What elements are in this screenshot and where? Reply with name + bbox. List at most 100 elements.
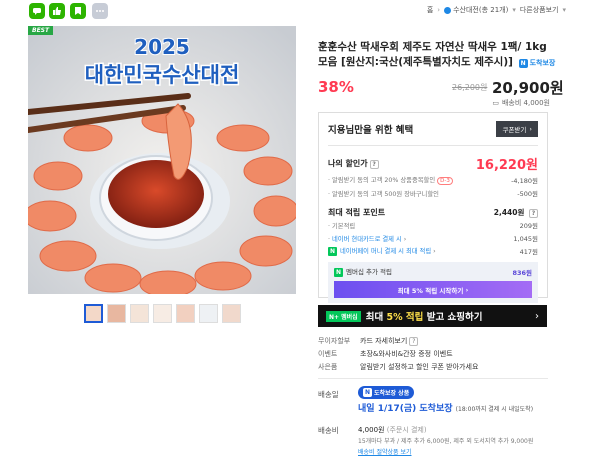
chevron-right-icon: › xyxy=(433,248,436,255)
npay-points-value: 417원 xyxy=(519,248,538,256)
chevron-down-icon: ▾ xyxy=(512,6,516,14)
interest-free-link[interactable]: 카드 자세히보기? xyxy=(360,336,419,346)
chevron-right-icon: › xyxy=(465,285,469,294)
membership-points: 836원 xyxy=(512,268,532,277)
membership-badge: N+ 멤버십 xyxy=(326,310,361,322)
thumbnail-4[interactable] xyxy=(153,304,172,323)
basic-points-text: 기본적립 xyxy=(332,222,356,230)
alarm-discount-value: -4,180원 xyxy=(511,177,538,185)
delivery-guarantee-badge: N 도착보장 xyxy=(518,56,556,71)
product-main-image[interactable]: 2025 대한민국수산대전 BEST xyxy=(28,26,296,294)
npay-points-link[interactable]: 네이버페이 머니 결제 시 최대 적립 xyxy=(340,248,431,255)
membership-banner-text: 최대 5% 적립 받고 쇼핑하기 xyxy=(366,309,483,323)
store-name: 수산대전(총 21개) xyxy=(453,6,509,14)
benefit-box: 지용님만을 위한 혜택 쿠폰받기 › 나의 할인가? 16,220원 · 알림받기… xyxy=(318,112,548,303)
chat-icon xyxy=(33,8,41,15)
my-price: 16,220원 xyxy=(475,158,538,173)
shipping-fee-note: (주문시 결제) xyxy=(386,426,427,434)
interest-free-value: 카드 자세히보기 xyxy=(360,337,408,345)
chevron-down-icon: ▾ xyxy=(562,6,566,14)
n-plus-icon: N xyxy=(334,268,343,277)
shrimp-dish-illustration: 2025 대한민국수산대전 xyxy=(28,26,296,294)
banner-year: 2025 xyxy=(134,35,190,59)
points-label: 최대 적립 포인트 xyxy=(328,208,386,217)
shipping-fee-line: ▭ 배송비 4,000원 xyxy=(492,98,550,108)
shipping-fee-value: 4,000원 (주문시 결제) xyxy=(358,425,427,435)
membership-box: N 멤버십 추가 적립 836원 최대 5% 적립 시작하기 › xyxy=(328,262,538,303)
benefit-title: 지용님만을 위한 혜택 xyxy=(328,125,414,136)
membership-label-text: 멤버십 추가 적립 xyxy=(346,268,392,276)
event-value: 초장&와사비&간장 증정 이벤트 xyxy=(360,350,453,358)
chevron-right-icon: › xyxy=(437,6,441,14)
alarm-discount-text: 알림받기 동의 고객 20% 상품중복할인 xyxy=(332,177,436,184)
divider xyxy=(318,378,548,379)
interest-free-key: 무이자할부 xyxy=(318,337,351,345)
breadcrumb-home[interactable]: 홈 xyxy=(427,5,433,15)
thumbnail-6[interactable] xyxy=(199,304,218,323)
card-points-link[interactable]: 네이버 현대카드로 결제 시 xyxy=(332,236,402,243)
help-icon[interactable]: ? xyxy=(529,209,538,218)
original-price: 26,200원 xyxy=(452,83,488,92)
banner-text-pre: 최대 xyxy=(365,312,387,323)
d-day-badge: D-3 xyxy=(437,177,453,185)
thumb-icon xyxy=(53,7,61,15)
talk-share-button[interactable] xyxy=(29,3,45,19)
delivery-date-text: 내일 1/17(금) 도착보장 xyxy=(358,404,453,414)
thumbnail-3[interactable] xyxy=(130,304,149,323)
banner-text-post: 받고 쇼핑하기 xyxy=(423,312,483,323)
save-shipping-link[interactable]: 배송비 절약상품 보기 xyxy=(358,447,412,456)
npay-points-label[interactable]: N 네이버페이 머니 결제 시 최대 적립 › xyxy=(328,246,436,256)
membership-start-button[interactable]: 최대 5% 적립 시작하기 › xyxy=(334,281,532,298)
membership-start-label: 최대 5% 적립 시작하기 xyxy=(397,286,464,295)
thumbnail-7[interactable] xyxy=(222,304,241,323)
breadcrumb-store[interactable]: 수산대전(총 21개) xyxy=(444,5,508,15)
thumbnail-1[interactable] xyxy=(84,304,103,323)
n-logo-icon: N xyxy=(363,388,372,397)
more-dots-icon xyxy=(96,10,104,12)
shipping-fee-key: 배송비 xyxy=(318,426,339,435)
event-key: 이벤트 xyxy=(318,350,338,358)
banner-title: 대한민국수산대전 xyxy=(85,63,240,87)
my-price-label-text: 나의 할인가 xyxy=(328,159,368,168)
store-logo-icon xyxy=(444,6,452,14)
alarm-cart-text: 알림받기 동의 고객 500원 장바구니할인 xyxy=(332,190,439,198)
membership-banner[interactable]: N+ 멤버십 최대 5% 적립 받고 쇼핑하기 › xyxy=(318,305,547,327)
my-price-label: 나의 할인가? xyxy=(328,158,379,169)
thumbnail-strip xyxy=(84,304,241,323)
n-logo-icon: N xyxy=(518,59,528,68)
chevron-right-icon: › xyxy=(535,310,539,322)
like-share-button[interactable] xyxy=(49,3,65,19)
discount-rate: 38% xyxy=(318,78,354,96)
breadcrumb: 홈 › 수산대전(총 21개) ▾ 다른상품보기 ▾ xyxy=(427,5,566,15)
bookmark-icon xyxy=(75,7,81,15)
coupon-button[interactable]: 쿠폰받기 › xyxy=(496,121,538,137)
delivery-badge-label: 도착보장 xyxy=(529,59,556,67)
chevron-right-icon: › xyxy=(403,235,407,243)
other-products-link[interactable]: 다른상품보기 xyxy=(520,5,559,15)
card-points-value: 1,045원 xyxy=(513,235,538,243)
gift-value: 알림받기 설정하고 할인 쿠폰 받아가세요 xyxy=(360,363,479,371)
bookmark-share-button[interactable] xyxy=(70,3,86,19)
chevron-right-icon: › xyxy=(529,125,532,133)
product-title: 훈훈수산 딱새우회 제주도 자연산 딱새우 1팩/ 1kg 모음 [원산지:국산… xyxy=(318,41,547,68)
sale-price: 20,900원 xyxy=(492,79,564,97)
help-icon[interactable]: ? xyxy=(369,160,379,169)
points-value: 2,440원 ? xyxy=(494,207,538,218)
delivery-date-note: (18:00까지 결제 시 내일도착) xyxy=(455,406,534,413)
delivery-guarantee-pill: N 도착보장 상품 xyxy=(358,386,415,399)
best-tag: BEST xyxy=(28,26,54,35)
more-share-button[interactable] xyxy=(92,3,108,19)
npay-icon: N xyxy=(328,247,337,256)
delivery-date-key: 배송일 xyxy=(318,390,339,399)
alarm-discount-label: · 알림받기 동의 고객 20% 상품중복할인 D-3 xyxy=(328,175,453,185)
product-title-block: 훈훈수산 딱새우회 제주도 자연산 딱새우 1팩/ 1kg 모음 [원산지:국산… xyxy=(318,40,556,71)
membership-label: N 멤버십 추가 적립 xyxy=(334,266,392,277)
points-value-text: 2,440원 xyxy=(493,208,525,217)
shipping-fee-amount: 4,000원 xyxy=(358,426,385,434)
card-points-label[interactable]: · 네이버 현대카드로 결제 시 › xyxy=(328,234,406,243)
thumbnail-2[interactable] xyxy=(107,304,126,323)
thumbnail-5[interactable] xyxy=(176,304,195,323)
help-icon[interactable]: ? xyxy=(409,337,419,346)
top-bar: 홈 › 수산대전(총 21개) ▾ 다른상품보기 ▾ xyxy=(0,0,600,22)
delivery-pill-label: 도착보장 상품 xyxy=(374,390,410,397)
